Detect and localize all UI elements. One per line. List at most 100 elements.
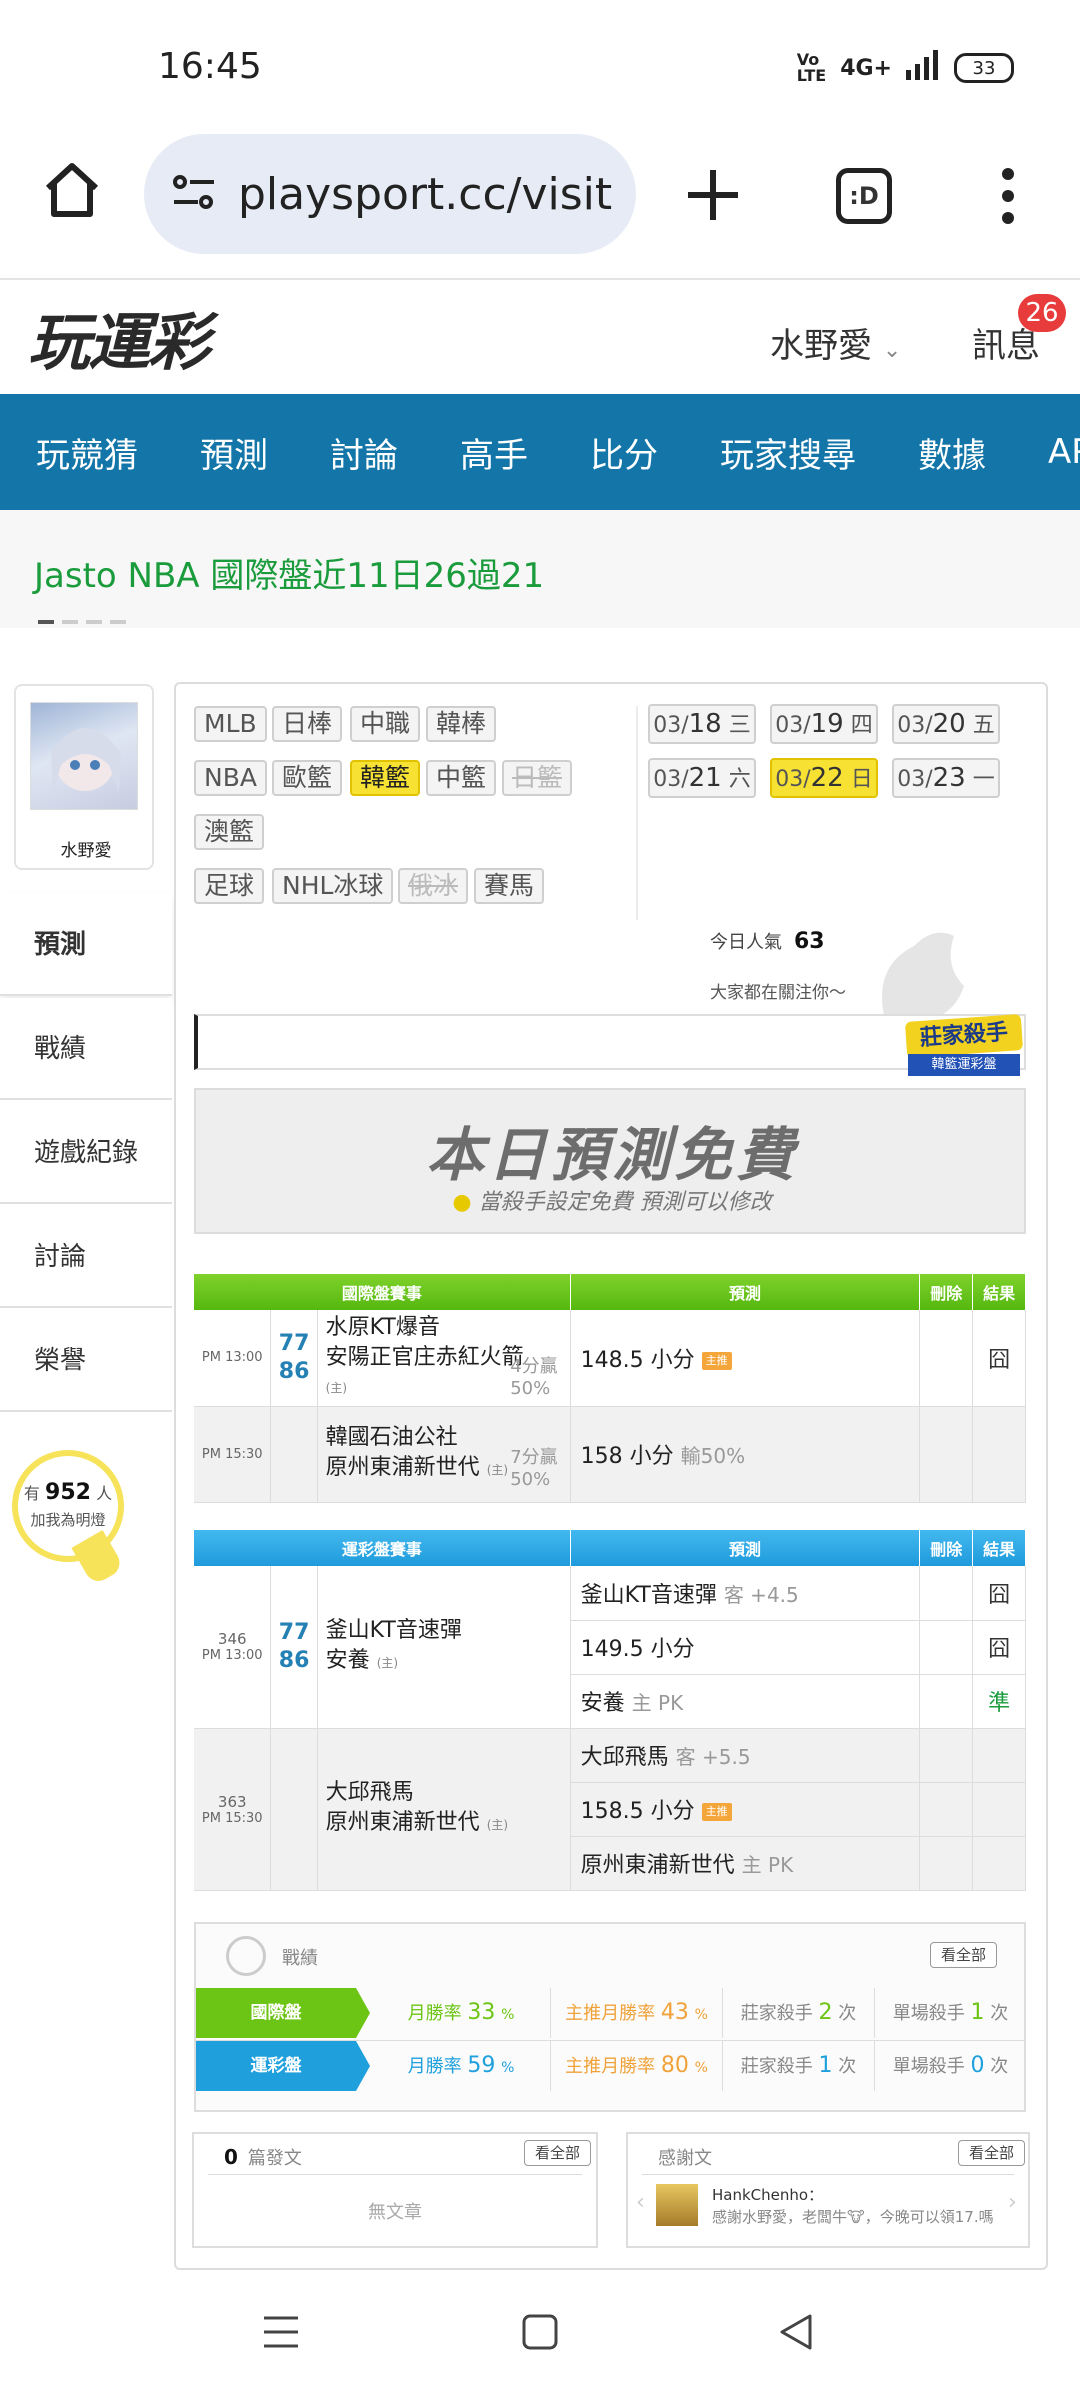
- result-cell: 囧: [972, 1566, 1026, 1621]
- news-ticker[interactable]: Jasto NBA 國際盤近11日26過21: [0, 510, 1080, 628]
- sidebar-item-game-log[interactable]: 遊戲紀錄: [0, 1102, 172, 1204]
- free-banner-title: 本日預測免費: [425, 1121, 798, 1189]
- filter-tag[interactable]: 中籃: [426, 760, 497, 796]
- killer-badge-title: 莊家殺手: [904, 1013, 1024, 1059]
- nav-item-discussion[interactable]: 討論: [330, 428, 398, 477]
- address-bar[interactable]: playsport.cc/visit: [144, 134, 636, 254]
- nav-item-experts[interactable]: 高手: [460, 428, 528, 477]
- col-header-prediction: 預測: [570, 1274, 921, 1310]
- site-header: 玩運彩 水野愛 ⌄ 訊息 26: [0, 282, 1080, 394]
- view-all-posts-button[interactable]: 看全部: [524, 2140, 592, 2166]
- view-all-button[interactable]: 看全部: [930, 1942, 998, 1968]
- target-icon: [226, 1936, 266, 1976]
- ticker-text[interactable]: Jasto NBA 國際盤近11日26過21: [34, 548, 544, 597]
- profile-card[interactable]: 水野愛: [14, 684, 154, 870]
- more-menu-icon[interactable]: [998, 166, 1018, 230]
- game-scores: [270, 1728, 318, 1891]
- tabs-switcher-icon[interactable]: :D: [836, 168, 892, 224]
- col-header-lottery-games: 運彩盤賽事: [194, 1530, 571, 1566]
- followers-count-line: 有 952 人: [18, 1480, 118, 1505]
- filter-tag-selected[interactable]: 韓籃: [350, 760, 421, 796]
- decorative-splash-icon: [864, 916, 984, 1026]
- site-logo[interactable]: 玩運彩: [28, 292, 210, 382]
- back-icon[interactable]: [778, 2312, 814, 2356]
- nav-item-play[interactable]: 玩競猜: [36, 428, 138, 477]
- filter-tag[interactable]: 歐籃: [272, 760, 343, 796]
- prediction-cell: 釜山KT音速彈 客 +4.5: [570, 1566, 921, 1621]
- popularity-count: 63: [794, 929, 825, 954]
- avatar[interactable]: [30, 702, 138, 810]
- main-pick-win-rate: 主推月勝率 80 %: [550, 2041, 722, 2091]
- filter-tag[interactable]: 韓棒: [426, 706, 497, 742]
- view-all-thanks-button[interactable]: 看全部: [958, 2140, 1026, 2166]
- network-label: 4G+: [840, 55, 892, 81]
- site-settings-icon[interactable]: [172, 172, 216, 216]
- prediction-hint: 輸50%: [680, 1444, 746, 1468]
- followers-count: 952: [45, 1480, 91, 1505]
- prediction-cell: 安養 主 PK: [570, 1674, 921, 1729]
- user-menu[interactable]: 水野愛 ⌄: [770, 318, 901, 367]
- game-teams: 大邱飛馬 原州東浦新世代 (主): [317, 1728, 571, 1891]
- filter-tag[interactable]: NBA: [194, 760, 267, 796]
- nav-item-scores[interactable]: 比分: [590, 428, 658, 477]
- thanks-user-avatar[interactable]: [656, 2184, 698, 2226]
- nav-item-data[interactable]: 數據: [918, 428, 986, 477]
- game-scores: 77 86: [270, 1310, 318, 1407]
- date-button[interactable]: 03/23 一: [892, 758, 1000, 798]
- date-button[interactable]: 03/18 三: [648, 704, 756, 744]
- signal-icon: [906, 50, 940, 86]
- home-button-icon[interactable]: [522, 2314, 558, 2354]
- filter-tag[interactable]: 日棒: [272, 706, 343, 742]
- result-cell: 囧: [972, 1620, 1026, 1675]
- prediction-text: 148.5 小分: [580, 1347, 695, 1373]
- sidebar-item-prediction[interactable]: 預測: [0, 894, 172, 996]
- result-cell: [972, 1728, 1026, 1783]
- single-killer-count: 單場殺手 1 次: [874, 1988, 1026, 2038]
- date-button[interactable]: 03/21 六: [648, 758, 756, 798]
- sidebar-item-honors[interactable]: 榮譽: [0, 1310, 172, 1412]
- record-row-label: 國際盤: [196, 1988, 370, 2038]
- clock: 16:45: [158, 46, 262, 87]
- messages-count-badge: 26: [1018, 294, 1066, 332]
- bookmaker-killer-badge: 莊家殺手 韓籃運彩盤: [902, 1013, 1026, 1078]
- attention-text: 大家都在關注你～: [710, 983, 846, 1003]
- url-text[interactable]: playsport.cc/visit: [238, 169, 612, 220]
- filter-divider: [636, 706, 638, 920]
- thanks-message[interactable]: 感謝水野愛，老闆牛🐮，今晚可以領17.嗎: [712, 2206, 1012, 2227]
- date-button[interactable]: 03/20 五: [892, 704, 1000, 744]
- nav-item-app[interactable]: APP: [1048, 432, 1080, 472]
- filter-tag[interactable]: 賽馬: [474, 868, 545, 904]
- col-header-intl-games: 國際盤賽事: [194, 1274, 571, 1310]
- thanks-title: 感謝文: [658, 2148, 712, 2169]
- record-row-lottery: 運彩盤 月勝率 59 % 主推月勝率 80 % 莊家殺手 1 次 單場殺手 0 …: [196, 2040, 1026, 2091]
- username-label: 水野愛: [770, 326, 872, 366]
- sidebar-item-record[interactable]: 戰績: [0, 998, 172, 1100]
- thanks-username[interactable]: HankChenho：: [712, 2184, 823, 2205]
- col-header-delete: 刪除: [919, 1274, 974, 1310]
- ticker-pagination: [38, 620, 126, 624]
- game-teams: 釜山KT音速彈 安養 (主): [317, 1566, 571, 1729]
- nav-item-prediction[interactable]: 預測: [200, 428, 268, 477]
- date-button[interactable]: 03/19 四: [770, 704, 878, 744]
- margin-info: 4分贏 50%: [510, 1356, 558, 1399]
- filter-tag[interactable]: 中職: [350, 706, 421, 742]
- date-button-selected[interactable]: 03/22 日: [770, 758, 878, 798]
- filter-tag[interactable]: 足球: [194, 868, 265, 904]
- filter-tag[interactable]: NHL冰球: [272, 868, 394, 904]
- chevron-left-icon[interactable]: ‹: [636, 2190, 645, 2215]
- new-tab-icon[interactable]: [684, 166, 742, 228]
- recent-apps-icon[interactable]: [262, 2314, 300, 2354]
- away-team: 大邱飛馬: [325, 1780, 414, 1805]
- filter-tag[interactable]: MLB: [194, 706, 267, 742]
- home-team: 原州東浦新世代 (主): [325, 1810, 509, 1835]
- chevron-right-icon[interactable]: ›: [1008, 2190, 1017, 2215]
- record-row-intl: 國際盤 月勝率 33 % 主推月勝率 43 % 莊家殺手 2 次 單場殺手 1 …: [196, 1988, 1026, 2038]
- sidebar-item-discussion[interactable]: 討論: [0, 1206, 172, 1308]
- game-id-time: 346 PM 13:00: [194, 1566, 272, 1729]
- bookmaker-killer-count: 莊家殺手 1 次: [722, 2041, 874, 2091]
- table-row: 346 PM 13:00 77 86 釜山KT音速彈 安養 (主) 釜山KT音速彈 …: [194, 1566, 1026, 1729]
- nav-item-player-search[interactable]: 玩家搜尋: [720, 428, 856, 477]
- filter-tag[interactable]: 澳籃: [194, 814, 265, 850]
- home-icon[interactable]: [40, 158, 104, 226]
- col-header-result: 結果: [972, 1274, 1026, 1310]
